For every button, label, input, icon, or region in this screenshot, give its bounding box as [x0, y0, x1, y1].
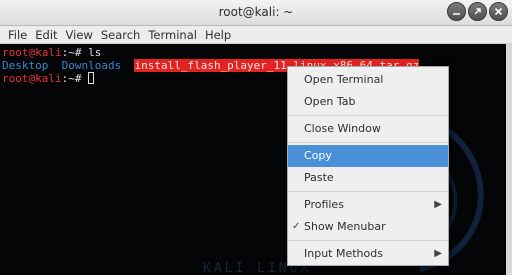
scrollbar[interactable]	[506, 44, 512, 275]
prompt-separator: :~#	[61, 46, 89, 59]
menu-file[interactable]: File	[4, 26, 31, 44]
menu-edit[interactable]: Edit	[31, 26, 61, 44]
menu-item-close-window[interactable]: Close Window	[288, 118, 448, 140]
prompt-user-host: root@kali	[2, 46, 62, 59]
menu-item-show-menubar[interactable]: ✓ Show Menubar	[288, 216, 448, 238]
dir-desktop: Desktop	[2, 59, 49, 72]
menu-separator	[288, 240, 448, 241]
window-title: root@kali: ~	[218, 5, 294, 19]
minimize-icon	[453, 13, 460, 15]
menu-separator	[288, 115, 448, 116]
menu-search[interactable]: Search	[97, 26, 145, 44]
maximize-icon	[474, 8, 481, 15]
menu-item-open-terminal[interactable]: Open Terminal	[288, 69, 448, 91]
window-controls	[447, 2, 508, 21]
terminal-line-1: root@kali:~# ls	[2, 46, 101, 59]
terminal-line-3: root@kali:~#	[2, 72, 95, 85]
menu-item-open-tab[interactable]: Open Tab	[288, 91, 448, 113]
command-text: ls	[88, 46, 102, 59]
terminal-cursor	[88, 72, 95, 84]
title-bar: root@kali: ~	[0, 0, 512, 26]
menu-item-copy[interactable]: Copy	[288, 145, 448, 167]
menu-help[interactable]: Help	[201, 26, 235, 44]
minimize-button[interactable]	[447, 2, 466, 21]
menu-item-profiles[interactable]: Profiles ▶	[288, 194, 448, 216]
menu-bar: File Edit View Search Terminal Help	[0, 26, 512, 44]
menu-terminal[interactable]: Terminal	[144, 26, 201, 44]
chevron-right-icon: ▶	[434, 199, 442, 210]
menu-item-paste[interactable]: Paste	[288, 167, 448, 189]
check-icon: ✓	[292, 221, 301, 232]
close-icon	[494, 7, 503, 16]
menu-separator	[288, 191, 448, 192]
maximize-button[interactable]	[468, 2, 487, 21]
prompt-user-host: root@kali	[2, 72, 62, 85]
close-button[interactable]	[489, 2, 508, 21]
chevron-right-icon: ▶	[434, 248, 442, 259]
menu-view[interactable]: View	[62, 26, 97, 44]
menu-separator	[288, 142, 448, 143]
prompt-separator: :~#	[61, 72, 89, 85]
menu-item-input-methods[interactable]: Input Methods ▶	[288, 243, 448, 265]
dir-downloads: Downloads	[61, 59, 122, 72]
context-menu: Open Terminal Open Tab Close Window Copy…	[287, 66, 449, 266]
